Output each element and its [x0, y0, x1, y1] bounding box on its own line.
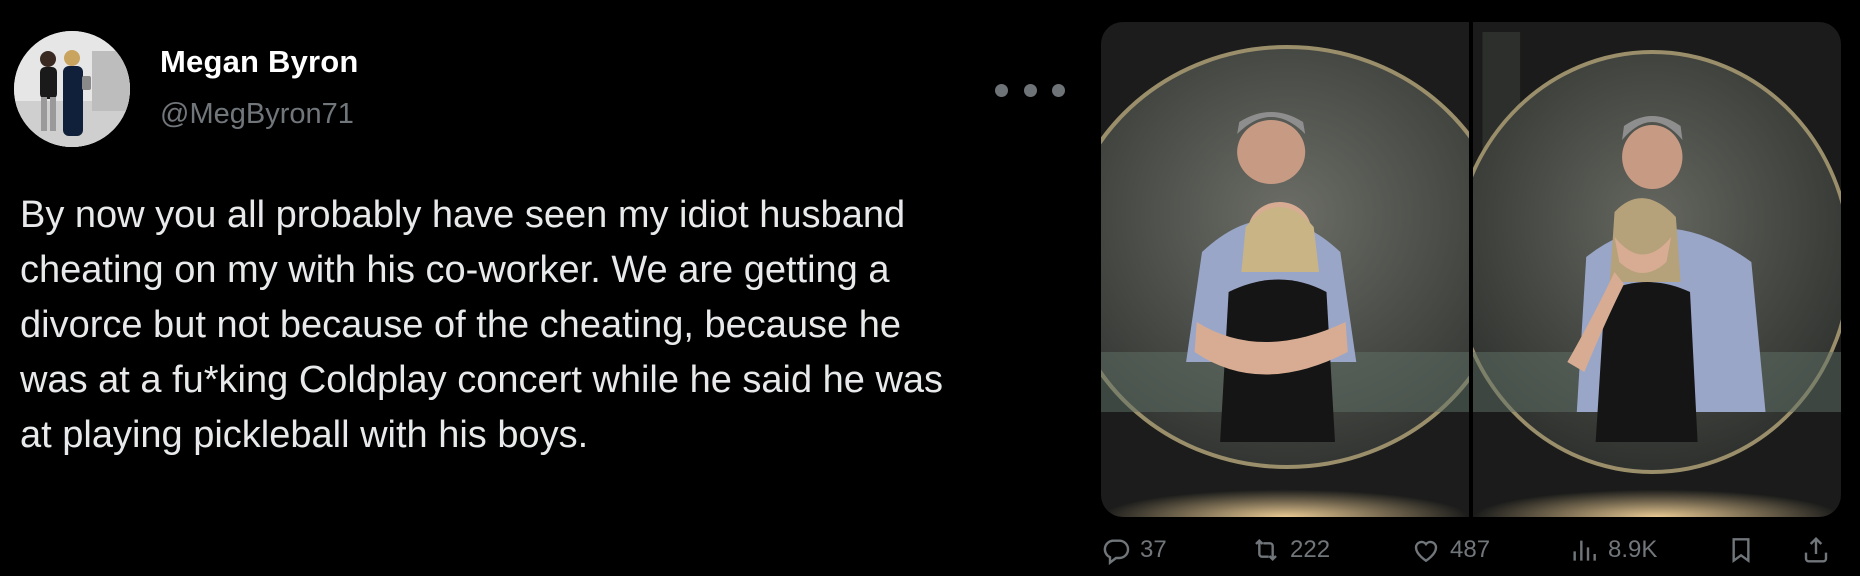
views-button[interactable]: 8.9K — [1568, 530, 1657, 570]
retweet-icon — [1255, 538, 1277, 562]
more-dot-icon — [1052, 83, 1065, 97]
tweet-media — [1101, 22, 1841, 517]
author-display-name[interactable]: Megan Byron — [160, 44, 359, 80]
views-chart-icon — [1573, 540, 1596, 561]
reply-count: 37 — [1140, 536, 1167, 563]
media-photo-1[interactable] — [1101, 22, 1469, 517]
author-handle[interactable]: @MegByron71 — [160, 98, 354, 131]
share-button[interactable] — [1800, 530, 1832, 570]
more-dot-icon — [1023, 83, 1037, 97]
retweet-count: 222 — [1290, 536, 1331, 563]
bookmark-icon — [1732, 538, 1750, 564]
reply-button[interactable]: 37 — [1100, 530, 1167, 570]
tweet-card: Megan Byron @MegByron71 By now you all p… — [0, 0, 1860, 576]
like-count: 487 — [1450, 536, 1491, 563]
more-options-button[interactable] — [995, 78, 1065, 102]
reply-icon — [1103, 539, 1130, 566]
share-icon — [1804, 536, 1828, 563]
avatar[interactable] — [14, 31, 130, 147]
views-count: 8.9K — [1608, 536, 1658, 563]
media-photo-2[interactable] — [1473, 22, 1841, 517]
more-dot-icon — [995, 83, 1008, 97]
bookmark-button[interactable] — [1725, 530, 1757, 570]
heart-icon — [1414, 540, 1438, 563]
like-button[interactable]: 487 — [1410, 530, 1490, 570]
retweet-button[interactable]: 222 — [1250, 530, 1330, 570]
tweet-text: By now you all probably have seen my idi… — [20, 194, 944, 456]
tweet-action-bar: 37 222 487 8.9K — [1100, 530, 1845, 570]
